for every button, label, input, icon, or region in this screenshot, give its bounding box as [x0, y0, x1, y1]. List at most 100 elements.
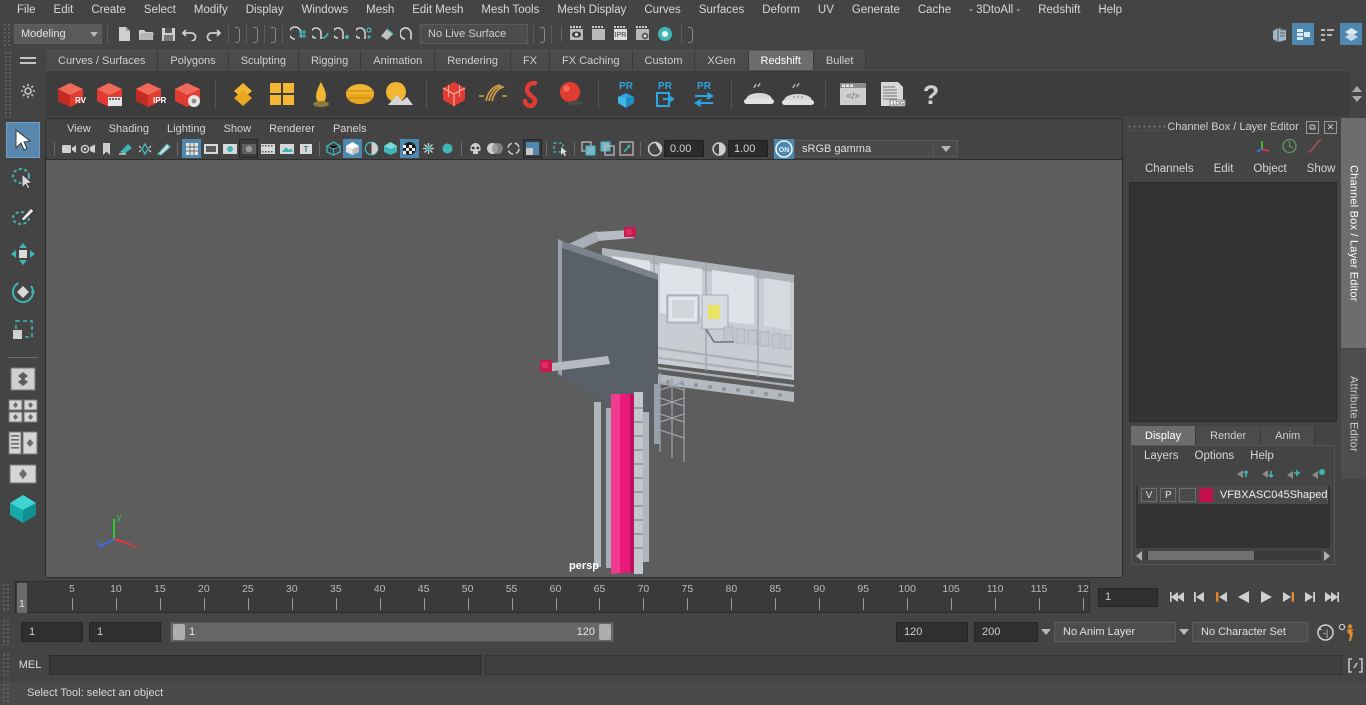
menu-item-cache[interactable]: Cache [909, 1, 960, 20]
shelf-tab-sculpting[interactable]: Sculpting [228, 50, 299, 70]
shelf-scroll-down-icon[interactable] [1352, 96, 1362, 102]
redshift-volume-button[interactable] [513, 74, 551, 114]
redshift-help-button[interactable]: ? [912, 74, 950, 114]
save-scene-icon[interactable] [157, 23, 179, 45]
menu-item-modify[interactable]: Modify [185, 1, 237, 20]
shadows-icon[interactable] [400, 139, 419, 158]
scale-tool-button[interactable] [6, 312, 40, 348]
single-perspective-view-layout-button[interactable] [5, 364, 41, 394]
xray-active-components-icon[interactable] [523, 139, 542, 158]
layer-menu-layers[interactable]: Layers [1136, 449, 1187, 463]
open-scene-icon[interactable] [135, 23, 157, 45]
redshift-proxy-button[interactable] [435, 74, 473, 114]
snap-to-grid-icon[interactable] [288, 23, 310, 45]
redshift-ipr-render-button[interactable]: IPR [130, 74, 168, 114]
scroll-left-icon[interactable] [1136, 550, 1142, 561]
snap-to-curve-icon[interactable] [310, 23, 332, 45]
go-to-start-icon[interactable] [1168, 587, 1187, 607]
redshift-sphere-button[interactable] [552, 74, 590, 114]
shelf-options-gear-icon[interactable] [21, 84, 35, 101]
layer-menu-options[interactable]: Options [1187, 449, 1243, 463]
animation-preferences-icon[interactable] [1336, 621, 1358, 643]
shelf-tab-bullet[interactable]: Bullet [813, 50, 867, 70]
menu-item-select[interactable]: Select [135, 1, 185, 20]
close-icon[interactable]: ✕ [1324, 120, 1337, 134]
viewport-menu-renderer[interactable]: Renderer [260, 122, 324, 136]
select-camera-icon[interactable] [59, 139, 78, 158]
command-line-grip[interactable] [2, 653, 11, 677]
shelf-tab-redshift[interactable]: Redshift [748, 50, 814, 70]
shelf-tab-fx-caching[interactable]: FX Caching [550, 50, 633, 70]
layer-tab-display[interactable]: Display [1131, 426, 1197, 445]
redshift-render-view-button[interactable]: RV [52, 74, 90, 114]
channel-menu-object[interactable]: Object [1243, 162, 1296, 176]
move-layer-up-icon[interactable] [1235, 468, 1251, 483]
shelf-grip[interactable] [4, 51, 12, 117]
snap-to-projected-center-icon[interactable] [354, 23, 376, 45]
gate-mask-icon[interactable] [239, 139, 258, 158]
shelf-tab-curves-surfaces[interactable]: Curves / Surfaces [46, 50, 159, 70]
redshift-pr-export-button[interactable]: PR [646, 74, 684, 114]
lasso-select-tool-button[interactable] [6, 160, 40, 196]
command-output[interactable] [485, 655, 1342, 675]
viewport-menu-lighting[interactable]: Lighting [158, 122, 215, 136]
create-new-layer-icon[interactable] [1285, 468, 1301, 483]
menu-item-edit[interactable]: Edit [45, 1, 83, 20]
layer-visibility-toggle[interactable]: V [1141, 488, 1158, 502]
go-to-end-icon[interactable] [1322, 587, 1341, 607]
axis-gizmo-icon[interactable] [1255, 138, 1273, 157]
menu-item-mesh[interactable]: Mesh [357, 1, 403, 20]
animation-end-time-field[interactable]: 200 [974, 622, 1038, 642]
layer-playback-toggle[interactable]: P [1160, 488, 1177, 502]
panel-grip-right[interactable] [1249, 123, 1291, 131]
animation-start-time-field[interactable]: 1 [21, 622, 83, 642]
step-back-frame-icon[interactable] [1212, 587, 1231, 607]
viewport-menu-show[interactable]: Show [215, 122, 261, 136]
menu-item-deform[interactable]: Deform [753, 1, 809, 20]
show-hide-tool-settings-icon[interactable] [1316, 23, 1338, 45]
four-view-layout-button[interactable] [5, 396, 41, 426]
menu-item-create[interactable]: Create [82, 1, 135, 20]
status-line-collapse[interactable] [687, 26, 694, 43]
gamma-icon[interactable] [709, 139, 728, 158]
step-back-keyframe-icon[interactable] [1190, 587, 1209, 607]
range-slider-grip[interactable] [2, 619, 11, 645]
redshift-area-light-button[interactable] [263, 74, 301, 114]
menu-item-mesh-tools[interactable]: Mesh Tools [472, 1, 548, 20]
grid-icon[interactable] [182, 139, 201, 158]
shelf-scroll-arrows[interactable] [1350, 72, 1364, 116]
character-set-dropdown-arrow[interactable] [1176, 622, 1192, 642]
snap-to-point-icon[interactable] [332, 23, 354, 45]
layer-shading-toggle[interactable] [1179, 488, 1196, 502]
shelf-tab-xgen[interactable]: XGen [695, 50, 749, 70]
input-output-toggle[interactable] [539, 26, 546, 43]
viewport-menu-panels[interactable]: Panels [324, 122, 376, 136]
redshift-bake-all-button[interactable] [779, 74, 817, 114]
viewport-3d[interactable]: y x z persp [46, 160, 1122, 577]
shelf-tab-rigging[interactable]: Rigging [298, 50, 362, 70]
menu-item-file[interactable]: File [8, 1, 45, 20]
channel-box-list[interactable] [1129, 182, 1337, 422]
tab-channel-box-layer-editor[interactable]: Channel Box / Layer Editor [1341, 118, 1366, 348]
channel-menu-channels[interactable]: Channels [1135, 162, 1204, 176]
menu-item-edit-mesh[interactable]: Edit Mesh [403, 1, 472, 20]
redshift-material-button[interactable] [224, 74, 262, 114]
curve-icon[interactable] [1306, 138, 1323, 157]
paint-select-tool-button[interactable] [6, 198, 40, 234]
shelf-tab-custom[interactable]: Custom [632, 50, 696, 70]
image-plane-icon[interactable] [116, 139, 135, 158]
wireframe-icon[interactable] [324, 139, 343, 158]
use-all-lights-icon[interactable] [381, 139, 400, 158]
make-live-icon[interactable] [398, 23, 420, 45]
channel-menu-show[interactable]: Show [1297, 162, 1346, 176]
show-hide-modeling-toolkit-icon[interactable] [1268, 23, 1290, 45]
snapshot-view-icon[interactable] [617, 139, 636, 158]
menu-item-curves[interactable]: Curves [635, 1, 689, 20]
script-editor-icon[interactable] [1344, 654, 1366, 676]
viewport-menu-shading[interactable]: Shading [100, 122, 158, 136]
redo-icon[interactable] [201, 23, 223, 45]
range-end-time-field[interactable]: 120 [896, 622, 968, 642]
help-line-grip[interactable] [2, 683, 11, 703]
layer-tab-render[interactable]: Render [1196, 426, 1262, 445]
color-profile-dropdown-arrow[interactable] [934, 140, 958, 157]
